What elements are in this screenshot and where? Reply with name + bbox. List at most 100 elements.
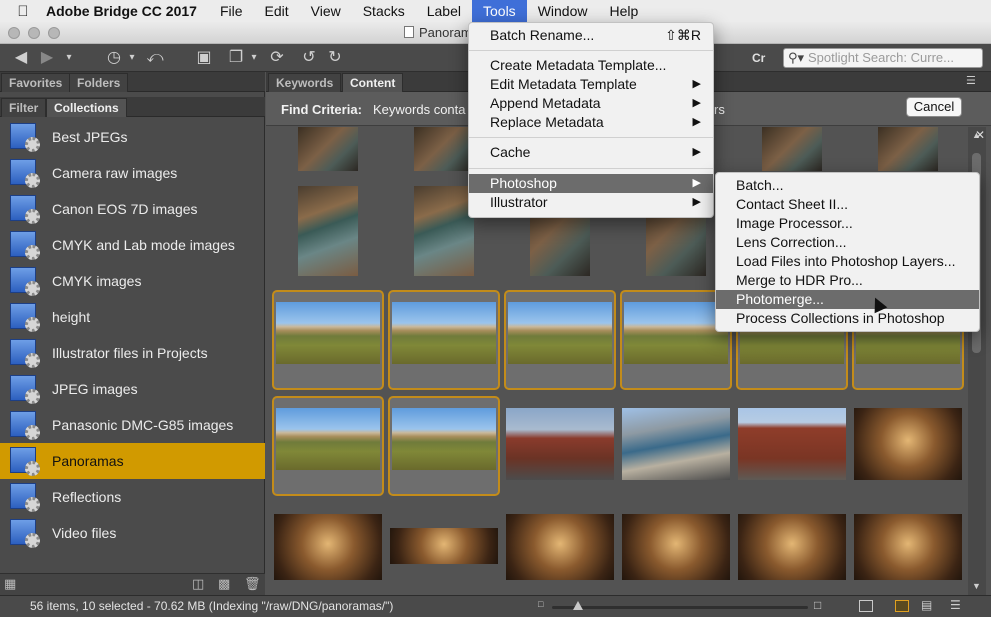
minimize-window-button[interactable]	[28, 27, 40, 39]
collection-item-best-jpegs[interactable]: Best JPEGs	[0, 119, 265, 155]
collection-item-panasonic-dmc-g85-images[interactable]: Panasonic DMC-G85 images	[0, 407, 265, 443]
collection-item-jpeg-images[interactable]: JPEG images	[0, 371, 265, 407]
tab-content[interactable]: Content	[342, 73, 404, 92]
thumbnail-selected[interactable]	[388, 290, 500, 390]
menu-view[interactable]: View	[300, 0, 352, 22]
thumbnail-image[interactable]	[762, 127, 822, 171]
tools-menu-item-batch-rename[interactable]: Batch Rename... ⇧⌘R	[469, 26, 713, 45]
thumbnail-image[interactable]	[414, 186, 474, 276]
menu-edit[interactable]: Edit	[254, 0, 300, 22]
tools-menu-item-illustrator[interactable]: Illustrator ▶	[469, 193, 713, 212]
tools-menu-item-create-metadata-template[interactable]: Create Metadata Template...	[469, 56, 713, 75]
rotate-left-icon[interactable]: ↺	[300, 48, 318, 68]
tab-keywords[interactable]: Keywords	[268, 73, 342, 92]
photoshop-menu-item-photomerge[interactable]: Photomerge...	[716, 290, 979, 309]
panel-menu-icon[interactable]: ☰	[966, 74, 976, 87]
thumbnail-selected[interactable]	[504, 290, 616, 390]
large-thumbnail-icon[interactable]: □	[814, 598, 821, 612]
thumbnail-image[interactable]	[298, 127, 358, 171]
menu-help[interactable]: Help	[598, 0, 649, 22]
collection-item-cmyk-and-lab-mode-images[interactable]: CMYK and Lab mode images	[0, 227, 265, 263]
tab-collections[interactable]: Collections	[46, 98, 127, 117]
thumbnail-image[interactable]	[622, 514, 730, 580]
rotate-right-icon[interactable]: ↻	[326, 48, 344, 68]
view-list-icon[interactable]: ☰	[950, 598, 961, 612]
boomerang-icon[interactable]: ⤺	[144, 48, 166, 68]
thumbnail-image[interactable]	[622, 408, 730, 480]
slider-knob[interactable]	[572, 601, 583, 610]
photoshop-menu-item-load-files-into-photoshop-layers[interactable]: Load Files into Photoshop Layers...	[716, 252, 979, 271]
collection-item-canon-eos-7d-images[interactable]: Canon EOS 7D images	[0, 191, 265, 227]
recent-files-icon[interactable]: ◷	[102, 48, 126, 68]
close-window-button[interactable]	[8, 27, 20, 39]
thumbnail-image[interactable]	[506, 408, 614, 480]
photoshop-menu-item-merge-to-hdr-pro[interactable]: Merge to HDR Pro...	[716, 271, 979, 290]
collection-item-illustrator-files-in-projects[interactable]: Illustrator files in Projects	[0, 335, 265, 371]
collection-item-height[interactable]: height	[0, 299, 265, 335]
tab-filter[interactable]: Filter	[1, 98, 47, 117]
thumbnail-selected[interactable]	[272, 290, 384, 390]
photoshop-menu-item-lens-correction[interactable]: Lens Correction...	[716, 233, 979, 252]
thumbnail-image[interactable]	[506, 514, 614, 580]
tools-menu-item-cache[interactable]: Cache ▶	[469, 143, 713, 162]
thumbnail-size-slider[interactable]	[552, 601, 808, 610]
menu-item-label: Replace Metadata	[490, 114, 604, 130]
thumbnail-selected[interactable]	[388, 396, 500, 496]
thumbnail-image[interactable]	[738, 514, 846, 580]
apple-icon[interactable]: 	[0, 3, 46, 20]
photoshop-menu-item-image-processor[interactable]: Image Processor...	[716, 214, 979, 233]
tools-menu-item-photoshop[interactable]: Photoshop ▶	[469, 174, 713, 193]
tools-menu-item-edit-metadata-template[interactable]: Edit Metadata Template ▶	[469, 75, 713, 94]
thumbnail-image[interactable]	[854, 514, 962, 580]
back-arrow-icon[interactable]: ◀	[10, 48, 32, 68]
close-find-icon[interactable]: ✕	[975, 128, 985, 142]
view-details-icon[interactable]: ▤	[921, 598, 932, 612]
photoshop-menu-item-batch[interactable]: Batch...	[716, 176, 979, 195]
collection-item-camera-raw-images[interactable]: Camera raw images	[0, 155, 265, 191]
new-smart-collection-icon[interactable]: ◫	[192, 576, 204, 592]
tools-menu-item-replace-metadata[interactable]: Replace Metadata ▶	[469, 113, 713, 132]
collection-item-reflections[interactable]: Reflections	[0, 479, 265, 515]
small-thumbnail-icon[interactable]: □	[538, 599, 543, 609]
thumbnail-image[interactable]	[298, 186, 358, 276]
tab-folders[interactable]: Folders	[69, 73, 129, 92]
menu-stacks[interactable]: Stacks	[352, 0, 416, 22]
thumbnail-image[interactable]	[274, 514, 382, 580]
recent-files-chevron-down-icon[interactable]: ▾	[126, 48, 138, 68]
cancel-button[interactable]: Cancel	[906, 97, 962, 117]
collection-item-panoramas[interactable]: Panoramas	[0, 443, 265, 479]
thumbnail-image[interactable]	[414, 127, 474, 171]
photoshop-submenu: Batch... Contact Sheet II... Image Process…	[715, 172, 980, 332]
collection-item-cmyk-images[interactable]: CMYK images	[0, 263, 265, 299]
thumbnail-image[interactable]	[878, 127, 938, 171]
thumbnail-selected[interactable]	[272, 396, 384, 496]
tools-menu-item-append-metadata[interactable]: Append Metadata ▶	[469, 94, 713, 113]
menu-file[interactable]: File	[209, 0, 254, 22]
new-collection-icon[interactable]: ▩	[218, 576, 230, 592]
collection-item-video-files[interactable]: Video files	[0, 515, 265, 551]
forward-arrow-icon[interactable]: ▶	[36, 48, 58, 68]
refine-icon[interactable]: ❐	[224, 48, 248, 68]
thumbnail-image[interactable]	[390, 528, 498, 564]
open-in-camera-raw-icon[interactable]: ⟳	[266, 48, 288, 68]
refine-chevron-down-icon[interactable]: ▾	[248, 48, 260, 68]
recent-chevron-down-icon[interactable]: ▾	[62, 48, 76, 68]
grid-lock-icon[interactable]	[859, 600, 873, 612]
camera-import-icon[interactable]: ▣	[192, 48, 216, 68]
scroll-down-icon[interactable]: ▼	[972, 581, 981, 591]
menu-window[interactable]: Window	[527, 0, 599, 22]
thumbnail-image[interactable]	[854, 408, 962, 480]
menu-tools[interactable]: Tools	[472, 0, 527, 22]
thumbnail-image[interactable]	[738, 408, 846, 480]
app-name-menu[interactable]: Adobe Bridge CC 2017	[46, 3, 209, 19]
menu-label[interactable]: Label	[416, 0, 472, 22]
search-input[interactable]: ⚲▾ Spotlight Search: Curre...	[783, 48, 983, 68]
zoom-window-button[interactable]	[48, 27, 60, 39]
photoshop-menu-item-contact-sheet-ii[interactable]: Contact Sheet II...	[716, 195, 979, 214]
trash-icon[interactable]: 🗑	[244, 576, 261, 592]
photoshop-menu-item-process-collections-in-photoshop[interactable]: Process Collections in Photoshop	[716, 309, 979, 328]
thumbnail-image	[392, 302, 496, 364]
tab-favorites[interactable]: Favorites	[1, 73, 71, 92]
collections-panel-menu-icon[interactable]: ▦	[4, 576, 16, 592]
view-thumbnails-icon[interactable]	[895, 600, 909, 612]
